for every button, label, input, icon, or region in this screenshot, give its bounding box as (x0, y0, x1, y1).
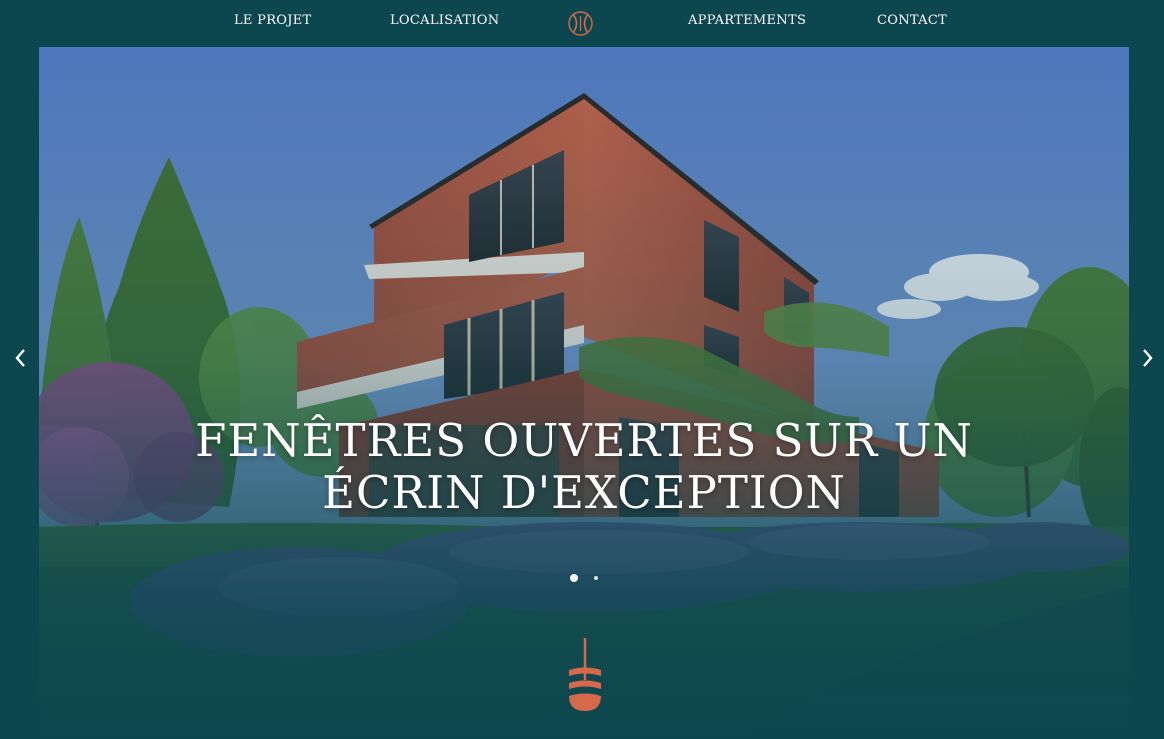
nav-link-appartements[interactable]: APPARTEMENTS (688, 13, 806, 28)
chevron-left-icon[interactable] (9, 344, 33, 372)
nav-link-localisation[interactable]: LOCALISATION (390, 13, 499, 28)
hero-title: FENÊTRES OUVERTES SUR UN ÉCRIN D'EXCEPTI… (39, 415, 1129, 519)
hero-title-line-1: FENÊTRES OUVERTES SUR UN (195, 414, 973, 467)
monogram-logo-icon[interactable] (567, 10, 594, 37)
hero-slider: FENÊTRES OUVERTES SUR UN ÉCRIN D'EXCEPTI… (39, 47, 1129, 739)
nav-link-contact[interactable]: CONTACT (877, 13, 947, 28)
chevron-right-icon[interactable] (1135, 344, 1159, 372)
slider-dot-2[interactable] (594, 576, 598, 580)
hero-title-line-2: ÉCRIN D'EXCEPTION (322, 466, 846, 519)
nav-link-le-projet[interactable]: LE PROJET (234, 13, 312, 28)
hero-image (39, 47, 1129, 739)
top-navigation: LE PROJET LOCALISATION APPARTEMENTS CONT… (0, 0, 1164, 44)
slider-dot-1-active[interactable] (570, 574, 578, 582)
scroll-down-icon[interactable] (565, 638, 605, 714)
